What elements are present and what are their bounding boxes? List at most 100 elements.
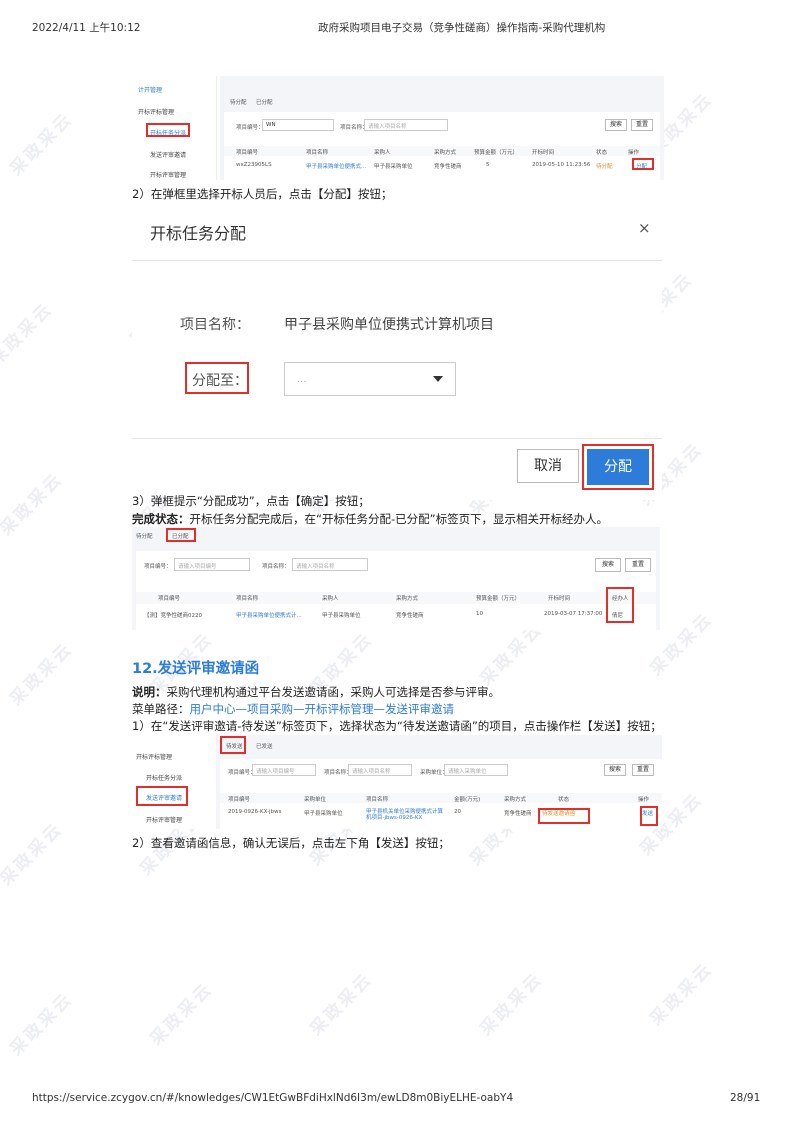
tab-pending-send[interactable]: 待发送 — [226, 742, 243, 750]
description-text: 采购代理机构通过平台发送邀请函，采购人可选择是否参与评审。 — [166, 685, 501, 699]
tab-assigned[interactable]: 已分配 — [256, 98, 273, 106]
completion-label: 完成状态： — [132, 512, 190, 526]
footer-url[interactable]: https://service.zcygov.cn/#/knowledges/C… — [32, 1092, 513, 1104]
code-input[interactable]: 请输入项目编号 — [252, 764, 316, 776]
name-input[interactable]: 请输入项目名称 — [292, 558, 368, 571]
column-header-2: 采购人 — [374, 150, 391, 156]
sidebar: 开标评标管理 开标任务分派 发送评审邀请 开标评审管理 — [132, 735, 216, 829]
cell-4: 10 — [476, 611, 483, 617]
column-header-1: 项目名称 — [236, 596, 259, 602]
cell-1: 甲子县采购单位 — [304, 811, 343, 817]
main-panel: 待发送 已发送 项目编号： 请输入项目编号 项目名称： 请输入项目名称 采购单位… — [216, 735, 662, 829]
buyer-input[interactable]: 请输入采购单位 — [444, 764, 508, 776]
column-header-2: 采购人 — [322, 596, 339, 602]
column-header-5: 状态 — [558, 797, 570, 803]
completion-text: 开标任务分配完成后，在“开标任务分配-已分配”标签页下，显示相关开标经办人。 — [189, 512, 609, 526]
reset-button[interactable]: 重置 — [625, 558, 651, 572]
screenshot-assigned-list: 待分配 已分配 项目编号： 请输入项目编号 项目名称： 请输入项目名称 搜索 重… — [132, 527, 660, 630]
sidebar-item-bid-management[interactable]: 开标评标管理 — [138, 107, 174, 116]
menu-path-link[interactable]: 用户中心—项目采购—开标评标管理—发送评审邀请 — [190, 702, 455, 716]
search-and-table: 项目编号： 请输入项目编号 项目名称： 请输入项目名称 搜索 重置 项目编号 项目… — [136, 551, 656, 630]
section-title: 12.发送评审邀请函 — [132, 661, 260, 677]
column-header-0: 项目编号 — [228, 797, 251, 803]
sidebar-item-bid-management[interactable]: 开标评标管理 — [136, 752, 172, 761]
tab-assigned[interactable]: 已分配 — [172, 532, 189, 540]
step-3: 3）弹框提示“分配成功”，点击【确定】按钮； — [132, 494, 370, 508]
sidebar-item-send-invite[interactable]: 发送评审邀请 — [150, 150, 186, 159]
step-1: 1）在“发送评审邀请-待发送”标签页下，选择状态为“待发送邀请函”的项目，点击操… — [132, 719, 662, 733]
cell-1: 甲子县采购单位便携式... — [306, 164, 367, 170]
highlight-box — [640, 806, 658, 826]
completion-status: 完成状态：开标任务分配完成后，在“开标任务分配-已分配”标签页下，显示相关开标经… — [132, 511, 608, 527]
code-input[interactable]: WN — [262, 119, 334, 131]
column-header-0: 项目编号 — [236, 150, 259, 156]
screenshot-send-invite: 开标评标管理 开标任务分派 发送评审邀请 开标评审管理 待发送 已发送 项目编号… — [132, 735, 662, 829]
chevron-down-icon — [433, 376, 443, 382]
tab-pending[interactable]: 待分配 — [136, 532, 153, 540]
close-icon[interactable]: × — [638, 219, 651, 237]
cell-1: 甲子县采购单位便携式计... — [236, 613, 302, 619]
sidebar-item-review[interactable]: 开标评审管理 — [150, 170, 186, 179]
sidebar-item-review[interactable]: 开标评审管理 — [146, 815, 182, 824]
cell-2: 甲子县采购单位 — [322, 613, 361, 619]
name-label: 项目名称： — [262, 564, 290, 570]
reset-button[interactable]: 重置 — [631, 119, 653, 131]
main-panel: 待分配 已分配 项目编号： WN 项目名称： 请输入项目名称 搜索 重置 项目编… — [220, 76, 664, 180]
divider — [132, 438, 662, 439]
search-and-table: 项目编号： 请输入项目编号 项目名称： 请输入项目名称 采购单位： 请输入采购单… — [220, 759, 662, 829]
table-header: 项目编号 项目名称 采购人 采购方式 预算金额（万元） 开标时间 经办人 — [136, 592, 656, 604]
column-header-6: 状态 — [596, 150, 608, 156]
column-header-3: 采购方式 — [396, 596, 419, 602]
cell-3: 20 — [454, 809, 461, 815]
cell-5: 2019-03-07 17:37:00 — [544, 611, 603, 617]
cell-4: 竞争性磋商 — [504, 811, 532, 817]
assignee-value: ... — [297, 374, 307, 385]
divider — [132, 260, 662, 261]
column-header-0: 项目编号 — [158, 596, 181, 602]
watermark-text: 采政采云 — [6, 988, 78, 1060]
column-header-7: 操作 — [628, 150, 640, 156]
sidebar-item-send-invite[interactable]: 发送评审邀请 — [146, 793, 182, 802]
code-input[interactable]: 请输入项目编号 — [174, 558, 250, 571]
name-input[interactable]: 请输入项目名称 — [364, 119, 448, 131]
table-row: 2019-0926-KX-jbws 甲子县采购单位 甲子县机关单位采购便携式计算机项… — [220, 807, 662, 827]
menu-path: 菜单路径：用户中心—项目采购—开标评标管理—发送评审邀请 — [132, 701, 454, 717]
cell-2: 甲子县采购单位 — [374, 164, 413, 170]
table-header: 项目编号 项目名称 采购人 采购方式 预算金额（万元） 开标时间 状态 操作 — [224, 146, 660, 156]
screenshot-task-list: 计开管理 开标评标管理 开标任务分派 发送评审邀请 开标评审管理 待分配 已分配… — [132, 76, 664, 180]
search-and-table: 项目编号： WN 项目名称： 请输入项目名称 搜索 重置 项目编号 项目名称 采购人… — [224, 112, 660, 180]
search-button[interactable]: 搜索 — [605, 119, 627, 131]
assignee-select[interactable]: ... — [284, 362, 456, 396]
assign-dialog: 开标任务分配 × 项目名称： 甲子县采购单位便携式计算机项目 分配至： ... … — [132, 204, 662, 500]
sidebar-item-task-assign[interactable]: 开标任务分派 — [146, 773, 182, 782]
watermark-text: 采政采云 — [476, 968, 548, 1040]
tab-sent[interactable]: 已发送 — [256, 742, 273, 750]
cell-3: 竞争性磋商 — [434, 164, 462, 170]
column-header-4: 预算金额（万元） — [476, 596, 521, 602]
cancel-button[interactable]: 取消 — [517, 449, 579, 483]
name-input[interactable]: 请输入项目名称 — [348, 764, 412, 776]
search-button[interactable]: 搜索 — [595, 558, 621, 572]
watermark-text: 采政采云 — [646, 958, 718, 1030]
tab-pending[interactable]: 待分配 — [230, 98, 247, 106]
sidebar-item-plan[interactable]: 计开管理 — [138, 85, 162, 94]
reset-button[interactable]: 重置 — [632, 764, 654, 776]
column-header-5: 开标时间 — [548, 596, 571, 602]
column-header-3: 金额(万元) — [454, 797, 481, 803]
watermark-text: 采政采云 — [306, 968, 378, 1040]
code-label: 项目编号： — [144, 564, 172, 570]
highlight-box — [606, 587, 634, 623]
watermark-text: 采政采云 — [0, 818, 68, 890]
dialog-title: 开标任务分配 — [150, 224, 247, 243]
search-button[interactable]: 搜索 — [604, 764, 626, 776]
cell-2: 甲子县机关单位采购便携式计算机项目-jbws-0926-KX — [366, 809, 444, 821]
column-header-2: 项目名称 — [366, 797, 389, 803]
code-label: 项目编号： — [236, 125, 264, 131]
assign-button[interactable]: 分配 — [587, 449, 649, 485]
menu-path-label: 菜单路径： — [132, 702, 190, 716]
watermark-text: 采政采云 — [6, 108, 78, 180]
description-label: 说明： — [132, 685, 167, 699]
sidebar: 计开管理 开标评标管理 开标任务分派 发送评审邀请 开标评审管理 — [132, 76, 217, 180]
column-header-6: 操作 — [638, 797, 650, 803]
project-name-label: 项目名称： — [180, 317, 250, 333]
